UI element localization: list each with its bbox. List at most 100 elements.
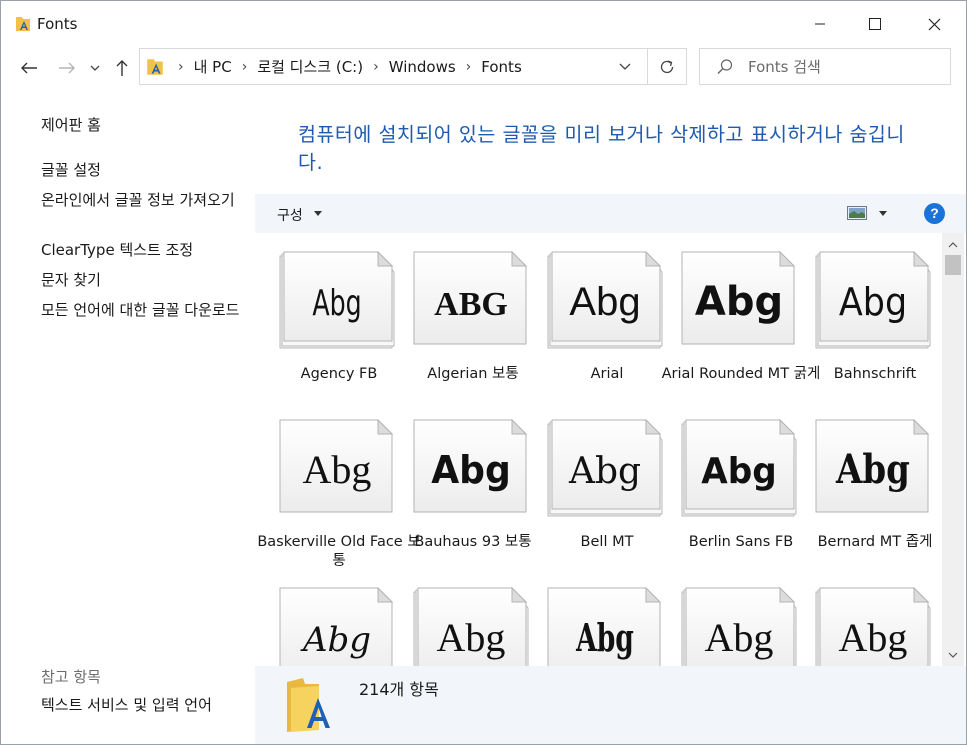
folder-font-icon bbox=[16, 17, 30, 31]
arrow-right-icon bbox=[59, 62, 75, 74]
font-item[interactable]: Abg bbox=[791, 569, 931, 666]
font-file-icon: Abg bbox=[279, 419, 394, 513]
font-preview-text: Abg bbox=[705, 615, 774, 660]
font-item[interactable]: Abg Bernard MT 좁게 bbox=[791, 401, 932, 569]
font-file-icon: Abg bbox=[279, 587, 394, 666]
adjust-cleartype-link[interactable]: ClearType 텍스트 조정 bbox=[41, 241, 246, 260]
view-dropdown-icon[interactable] bbox=[879, 211, 887, 216]
breadcrumb-separator[interactable]: › bbox=[373, 59, 379, 75]
back-button[interactable] bbox=[16, 55, 42, 81]
scroll-up-button[interactable] bbox=[942, 235, 964, 255]
font-preview-text: Abg bbox=[835, 445, 910, 492]
font-file-icon: Abg bbox=[681, 251, 796, 345]
font-item[interactable]: Abg Arial bbox=[523, 233, 663, 401]
font-preview-text: Abg bbox=[437, 615, 506, 660]
maximize-icon bbox=[869, 18, 881, 30]
font-file-icon: Abg bbox=[815, 419, 930, 513]
breadcrumb-fonts[interactable]: Fonts bbox=[481, 58, 521, 76]
font-family-icon: Abg bbox=[815, 251, 931, 349]
close-button[interactable] bbox=[905, 1, 963, 47]
left-task-pane: 제어판 홈 글꼴 설정 온라인에서 글꼴 정보 가져오기 ClearType 텍… bbox=[1, 95, 255, 744]
font-item[interactable]: Abg Bahnschrift bbox=[791, 233, 931, 401]
font-item[interactable]: Abg Baskerville Old Face 보통 bbox=[255, 401, 421, 569]
font-family-icon: Abg bbox=[547, 419, 663, 517]
minimize-button[interactable] bbox=[791, 1, 849, 47]
font-settings-link[interactable]: 글꼴 설정 bbox=[41, 161, 246, 180]
search-placeholder: Fonts 검색 bbox=[748, 58, 821, 76]
font-item[interactable]: Abg Agency FB bbox=[255, 233, 395, 401]
chevron-up-icon bbox=[948, 242, 958, 248]
font-preview-text: Abg bbox=[303, 447, 372, 492]
chevron-down-icon bbox=[948, 652, 958, 658]
organize-button[interactable]: 구성 bbox=[277, 205, 303, 225]
font-family-icon: Abg bbox=[681, 587, 797, 666]
address-bar[interactable]: › 내 PC › 로컬 디스크 (C:) › Windows › Fonts bbox=[139, 48, 687, 85]
font-family-icon: Abg bbox=[279, 251, 395, 349]
font-preview-text: Abg bbox=[431, 448, 511, 492]
folder-font-icon bbox=[147, 58, 163, 75]
scroll-down-button[interactable] bbox=[942, 645, 964, 665]
font-item[interactable]: Abg Arial Rounded MT 굵게 bbox=[657, 233, 820, 401]
control-panel-home-link[interactable]: 제어판 홈 bbox=[41, 116, 246, 135]
up-button[interactable] bbox=[109, 55, 135, 81]
breadcrumb-local-disk[interactable]: 로컬 디스크 (C:) bbox=[257, 56, 363, 77]
font-name: Bahnschrift bbox=[833, 366, 917, 382]
font-preview-text: Abg bbox=[701, 450, 776, 492]
folder-font-icon bbox=[287, 678, 330, 732]
font-item[interactable]: ABG Algerian 보통 bbox=[389, 233, 528, 401]
fonts-grid: Abg Agency FB ABG Algerian 보통 Abg Arial Abg Ari… bbox=[255, 233, 942, 666]
download-fonts-all-languages-link[interactable]: 모든 언어에 대한 글꼴 다운로드 bbox=[41, 301, 246, 320]
font-item[interactable]: Abg Berlin Sans FB bbox=[657, 401, 797, 569]
details-pane: 214개 항목 bbox=[255, 666, 966, 744]
breadcrumb-separator[interactable]: › bbox=[242, 59, 248, 75]
item-count: 214개 항목 bbox=[359, 680, 439, 699]
command-bar: 구성 ? bbox=[255, 194, 966, 233]
get-font-info-online-link[interactable]: 온라인에서 글꼴 정보 가져오기 bbox=[41, 191, 246, 210]
font-family-icon: Abg bbox=[547, 251, 663, 349]
font-preview-text: Abg bbox=[300, 620, 371, 660]
font-item[interactable]: Abg bbox=[255, 569, 394, 666]
vertical-scrollbar[interactable] bbox=[942, 233, 964, 666]
arrow-up-icon bbox=[116, 60, 128, 76]
font-item[interactable]: Abg bbox=[523, 569, 662, 666]
font-preview-text: Abg bbox=[839, 280, 907, 325]
font-file-icon: ABG bbox=[413, 251, 528, 345]
find-character-link[interactable]: 문자 찾기 bbox=[41, 271, 246, 290]
breadcrumb-this-pc[interactable]: 내 PC bbox=[194, 56, 232, 77]
breadcrumb-separator[interactable]: › bbox=[178, 59, 184, 75]
maximize-button[interactable] bbox=[846, 1, 904, 47]
search-icon bbox=[717, 58, 733, 74]
font-file-icon: Abg bbox=[547, 587, 662, 666]
recent-locations-button[interactable] bbox=[85, 55, 105, 81]
font-family-icon: Abg bbox=[815, 587, 931, 666]
navigation-bar: › 내 PC › 로컬 디스크 (C:) › Windows › Fonts F… bbox=[1, 47, 966, 89]
refresh-button[interactable] bbox=[647, 49, 686, 84]
view-options-icon[interactable] bbox=[847, 206, 867, 220]
font-item[interactable]: Abg bbox=[389, 569, 529, 666]
font-item[interactable]: Abg Bauhaus 93 보통 bbox=[389, 401, 532, 569]
font-preview-text: Abg bbox=[695, 279, 783, 325]
help-button[interactable]: ? bbox=[924, 203, 945, 224]
close-icon bbox=[928, 18, 940, 30]
chevron-down-icon bbox=[619, 63, 631, 70]
forward-button[interactable] bbox=[54, 55, 80, 81]
text-services-link[interactable]: 텍스트 서비스 및 입력 언어 bbox=[41, 696, 246, 715]
font-item[interactable]: Abg bbox=[657, 569, 797, 666]
address-history-button[interactable] bbox=[610, 49, 640, 84]
organize-dropdown-icon[interactable] bbox=[314, 211, 322, 216]
breadcrumb-windows[interactable]: Windows bbox=[389, 58, 456, 76]
font-file-icon: Abg bbox=[413, 419, 528, 513]
fonts-window: Fonts › 내 PC › 로컬 디스크 (C:) › Windows › F… bbox=[0, 0, 967, 745]
scroll-thumb[interactable] bbox=[945, 255, 961, 275]
font-item[interactable]: Abg Bell MT bbox=[523, 401, 663, 569]
font-preview-text: Abg bbox=[568, 451, 641, 492]
font-preview-text: Abg bbox=[839, 615, 908, 660]
font-name: Bernard MT 좁게 bbox=[817, 534, 933, 550]
title-bar[interactable]: Fonts bbox=[1, 1, 966, 47]
font-preview-text: Abg bbox=[312, 282, 361, 324]
window-title: Fonts bbox=[37, 15, 78, 33]
font-preview-text: Abg bbox=[575, 615, 634, 660]
page-description: 컴퓨터에 설치되어 있는 글꼴을 미리 보거나 삭제하고 표시하거나 숨깁니다. bbox=[298, 123, 905, 174]
search-box[interactable]: Fonts 검색 bbox=[699, 48, 951, 85]
breadcrumb-separator[interactable]: › bbox=[466, 59, 472, 75]
